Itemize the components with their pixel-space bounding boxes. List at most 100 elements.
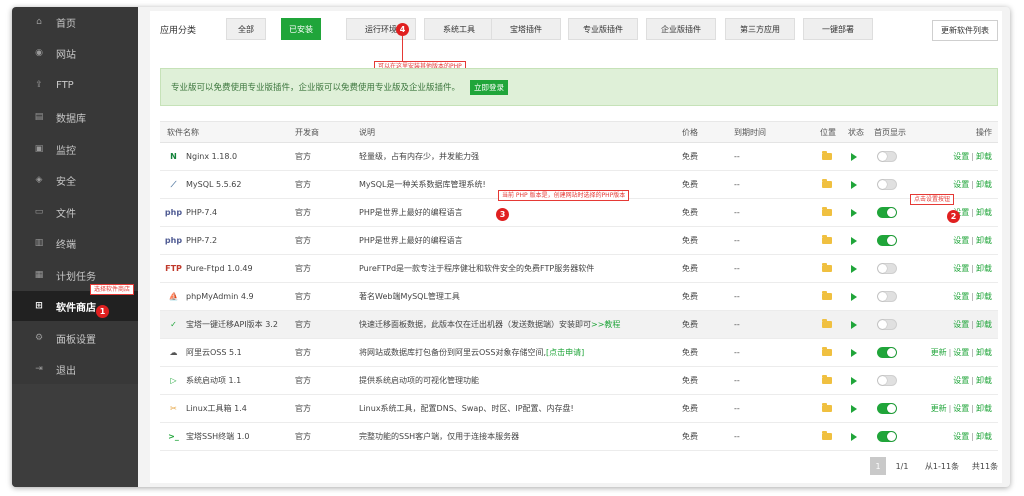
running-status-icon[interactable] [851,348,857,357]
running-status-icon[interactable] [851,320,857,329]
running-status-icon[interactable] [851,432,857,441]
running-status-icon[interactable] [851,264,857,273]
settings-link[interactable]: 设置 [953,375,969,386]
settings-link[interactable]: 设置 [953,179,969,190]
update-link[interactable]: 更新 [931,347,947,358]
sidebar-item-7[interactable]: ▥ 终端 [12,228,138,258]
homepage-display-toggle[interactable] [877,263,897,274]
homepage-display-toggle[interactable] [877,151,897,162]
status-cell [851,367,857,394]
running-status-icon[interactable] [851,236,857,245]
sidebar-item-1[interactable]: ◉ 网站 [12,38,138,68]
homepage-cell [877,367,897,394]
settings-link[interactable]: 设置 [953,263,969,274]
folder-icon[interactable] [822,375,832,384]
category-tab-0[interactable]: 全部 [226,18,266,40]
running-status-icon[interactable] [851,292,857,301]
sidebar-item-10[interactable]: ⚙ 面板设置 [12,323,138,353]
homepage-display-toggle[interactable] [877,179,897,190]
category-tab-1[interactable]: 已安装 [281,18,321,40]
homepage-display-toggle[interactable] [877,403,897,414]
software-icon: ⟋ [170,179,177,189]
category-tab-6[interactable]: 企业版插件 [646,18,716,40]
homepage-display-toggle[interactable] [877,319,897,330]
running-status-icon[interactable] [851,376,857,385]
homepage-display-toggle[interactable] [877,235,897,246]
sidebar-item-2[interactable]: ⇪ FTP [12,70,138,100]
price-cell: 免费 [682,236,698,245]
category-tab-8[interactable]: 一键部署 [803,18,873,40]
uninstall-link[interactable]: 卸载 [976,207,992,218]
running-status-icon[interactable] [851,152,857,161]
uninstall-link[interactable]: 卸载 [976,235,992,246]
software-name: phpMyAdmin 4.9 [186,292,254,301]
settings-link[interactable]: 设置 [953,319,969,330]
folder-icon[interactable] [822,319,832,328]
sidebar-item-3[interactable]: ▤ 数据库 [12,102,138,132]
uninstall-link[interactable]: 卸载 [976,319,992,330]
settings-link[interactable]: 设置 [953,403,969,414]
actions-cell: 设置 | 卸载 [953,255,992,282]
running-status-icon[interactable] [851,404,857,413]
pagination-current-page[interactable]: 1 [870,457,886,475]
status-cell [851,283,857,310]
folder-icon[interactable] [822,403,832,412]
grid-icon: ⊞ [35,301,43,311]
sidebar-item-4[interactable]: ▣ 监控 [12,134,138,164]
folder-icon[interactable] [822,431,832,440]
homepage-display-toggle[interactable] [877,291,897,302]
action-separator: | [971,152,974,161]
running-status-icon[interactable] [851,208,857,217]
settings-link[interactable]: 设置 [953,291,969,302]
sidebar-item-11[interactable]: ⇥ 退出 [12,354,138,384]
homepage-display-toggle[interactable] [877,431,897,442]
uninstall-link[interactable]: 卸载 [976,375,992,386]
settings-link[interactable]: 设置 [953,347,969,358]
folder-icon[interactable] [822,235,832,244]
homepage-cell [877,283,897,310]
category-tab-4[interactable]: 宝塔插件 [491,18,561,40]
folder-icon[interactable] [822,179,832,188]
folder-icon[interactable] [822,347,832,356]
sidebar-item-label: 计划任务 [56,271,96,283]
folder-icon[interactable] [822,151,832,160]
description-text: 完整功能的SSH客户端，仅用于连接本服务器 [359,432,520,441]
uninstall-link[interactable]: 卸载 [976,179,992,190]
uninstall-link[interactable]: 卸载 [976,403,992,414]
category-tab-3[interactable]: 系统工具 [424,18,494,40]
location-cell [822,143,832,170]
login-now-button[interactable]: 立即登录 [470,79,509,95]
developer-cell: 官方 [295,432,311,441]
action-separator: | [971,320,974,329]
sidebar-item-5[interactable]: ◈ 安全 [12,165,138,195]
description-cell: Linux系统工具，配置DNS、Swap、时区、IP配置、内存盘! [359,395,574,422]
settings-link[interactable]: 设置 [953,151,969,162]
uninstall-link[interactable]: 卸载 [976,291,992,302]
description-link[interactable]: [点击申请] [546,347,584,358]
folder-icon[interactable] [822,207,832,216]
uninstall-link[interactable]: 卸载 [976,151,992,162]
action-separator: | [971,348,974,357]
table-row: ✂ Linux工具箱 1.4 官方 Linux系统工具，配置DNS、Swap、时区、I… [160,395,998,423]
settings-link[interactable]: 设置 [953,235,969,246]
category-tab-7[interactable]: 第三方应用 [725,18,795,40]
homepage-display-toggle[interactable] [877,375,897,386]
uninstall-link[interactable]: 卸载 [976,431,992,442]
category-label: 应用分类 [160,26,197,36]
folder-icon[interactable] [822,291,832,300]
sidebar-item-0[interactable]: ⌂ 首页 [12,7,138,37]
description-link[interactable]: >>教程 [591,319,620,330]
settings-link[interactable]: 设置 [953,431,969,442]
running-status-icon[interactable] [851,180,857,189]
update-link[interactable]: 更新 [931,403,947,414]
uninstall-link[interactable]: 卸载 [976,347,992,358]
homepage-cell [877,199,897,226]
homepage-display-toggle[interactable] [877,347,897,358]
homepage-display-toggle[interactable] [877,207,897,218]
sidebar-item-6[interactable]: ▭ 文件 [12,197,138,227]
folder-icon[interactable] [822,263,832,272]
sidebar-item-9[interactable]: ⊞ 软件商店 [12,291,138,321]
uninstall-link[interactable]: 卸载 [976,263,992,274]
category-tab-5[interactable]: 专业版插件 [568,18,638,40]
update-software-list-button[interactable]: 更新软件列表 [932,20,998,41]
